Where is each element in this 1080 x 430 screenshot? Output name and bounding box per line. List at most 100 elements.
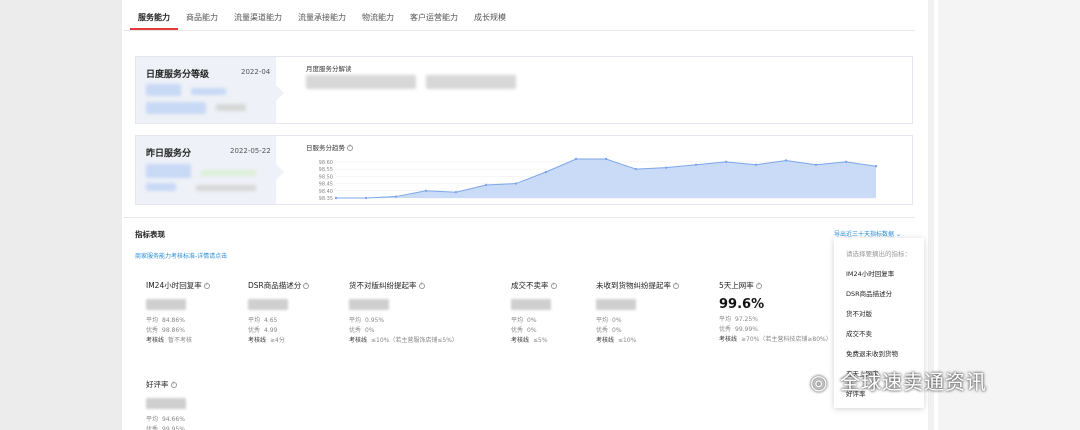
metric-label-text: 货不对版纠纷提起率 bbox=[349, 281, 417, 290]
metric-label: DSR商品描述分? bbox=[248, 280, 358, 291]
excellent-value: 4.99 bbox=[264, 327, 278, 334]
blurred-metric-value bbox=[146, 299, 186, 310]
trend-point[interactable] bbox=[484, 183, 488, 187]
trend-point[interactable] bbox=[394, 195, 398, 198]
trend-point[interactable] bbox=[514, 182, 518, 185]
tab-growth[interactable]: 成长规模 bbox=[466, 8, 514, 30]
average-label: 平均 bbox=[349, 317, 362, 324]
trend-point[interactable] bbox=[694, 163, 698, 166]
metric-card: 5天上网率? 99.6% 平均 97.25% 优秀 99.99% 考核线 ≥70%（若主营科技… bbox=[719, 280, 832, 345]
y-tick-label: 98.45 bbox=[319, 182, 333, 188]
dropdown-item-not-received[interactable]: 免费退未收到货物 bbox=[834, 344, 924, 364]
excellent-value: 99.99% bbox=[735, 326, 758, 333]
trend-point[interactable] bbox=[814, 163, 818, 166]
blurred-score-detail bbox=[146, 183, 176, 191]
assessment-value: ≤10% bbox=[618, 337, 637, 344]
trend-point[interactable] bbox=[574, 157, 578, 161]
trend-point[interactable] bbox=[364, 196, 368, 200]
monthly-service-summary: 日度服务分等级 2022-04 bbox=[136, 57, 284, 123]
metric-assessment: 考核线 暂不考核 bbox=[146, 336, 256, 346]
trend-point[interactable] bbox=[754, 163, 758, 166]
dropdown-item-dsr[interactable]: DSR商品描述分 bbox=[834, 284, 924, 304]
metric-average: 平均 4.65 bbox=[248, 316, 358, 326]
trend-point[interactable] bbox=[724, 160, 728, 164]
monthly-service-date: 2022-04 bbox=[241, 68, 271, 76]
question-circle-icon[interactable]: ? bbox=[347, 145, 353, 151]
question-circle-icon[interactable]: ? bbox=[550, 283, 557, 289]
metric-label-text: IM24小时回复率 bbox=[146, 281, 202, 290]
metric-excellent: 优秀 0% bbox=[596, 326, 706, 336]
trend-point[interactable] bbox=[784, 159, 788, 162]
question-circle-icon[interactable]: ? bbox=[170, 382, 177, 388]
metric-average: 平均 94.66% bbox=[146, 415, 256, 425]
average-value: 94.66% bbox=[162, 416, 185, 423]
export-data-button[interactable]: 导出近三十天指标数据 ⌄ bbox=[834, 229, 901, 238]
blurred-metric-value bbox=[596, 299, 636, 310]
tab-product[interactable]: 商品能力 bbox=[178, 8, 226, 30]
section-divider bbox=[124, 217, 914, 218]
tab-service[interactable]: 服务能力 bbox=[130, 8, 178, 30]
assessment-label: 考核线 bbox=[596, 337, 615, 344]
watermark: ◎ 全球速卖通资讯 bbox=[810, 366, 987, 395]
metric-label-text: 好评率 bbox=[146, 380, 169, 389]
metric-average: 平均 0% bbox=[596, 316, 706, 326]
monthly-service-card: 日度服务分等级 2022-04 月度服务分解读 bbox=[135, 56, 913, 124]
average-label: 平均 bbox=[596, 317, 609, 324]
y-tick-label: 98.40 bbox=[319, 189, 333, 195]
metric-label: IM24小时回复率? bbox=[146, 280, 256, 291]
blurred-grade-detail bbox=[191, 88, 226, 95]
trend-point[interactable] bbox=[664, 166, 668, 169]
metric-assessment: 考核线 ≥70%（若主营科技店铺≥80%） bbox=[719, 335, 832, 345]
metric-label: 未收到货物纠纷提起率? bbox=[596, 280, 706, 291]
metric-card: DSR商品描述分? 平均 4.65 优秀 4.99 考核线 ≥4分 bbox=[248, 280, 358, 346]
question-circle-icon[interactable]: ? bbox=[418, 283, 425, 289]
tab-traffic-conversion[interactable]: 流量承接能力 bbox=[290, 8, 354, 30]
daily-service-summary: 昨日服务分 2022-05-22 bbox=[136, 136, 284, 204]
tab-logistics[interactable]: 物流能力 bbox=[354, 8, 402, 30]
dropdown-item-not-as-described[interactable]: 货不对版 bbox=[834, 304, 924, 324]
excellent-value: 0% bbox=[612, 327, 622, 334]
average-value: 84.86% bbox=[162, 317, 185, 324]
wechat-icon: ◎ bbox=[810, 370, 829, 394]
blurred-interpretation-2 bbox=[426, 75, 516, 89]
excellent-label: 优秀 bbox=[719, 326, 732, 333]
metric-average: 平均 84.86% bbox=[146, 316, 256, 326]
assessment-label: 考核线 bbox=[511, 337, 530, 344]
assessment-value: 暂不考核 bbox=[168, 337, 193, 344]
metric-excellent: 优秀 99.95% bbox=[146, 425, 256, 430]
average-label: 平均 bbox=[146, 416, 159, 423]
assessment-value: ≥70%（若主营科技店铺≥80%） bbox=[741, 336, 832, 343]
trend-point[interactable] bbox=[634, 167, 638, 171]
average-value: 0.95% bbox=[365, 317, 385, 324]
trend-point[interactable] bbox=[544, 170, 548, 174]
blurred-metric-value bbox=[511, 299, 551, 310]
trend-point[interactable] bbox=[874, 165, 878, 168]
tab-traffic-channel[interactable]: 流量渠道能力 bbox=[226, 8, 290, 30]
tab-divider bbox=[124, 30, 914, 31]
excellent-value: 0% bbox=[365, 327, 375, 334]
trend-point[interactable] bbox=[844, 160, 848, 164]
metric-value: 99.6% bbox=[719, 297, 765, 312]
trend-point[interactable] bbox=[334, 196, 338, 200]
trend-point[interactable] bbox=[604, 157, 608, 161]
question-circle-icon[interactable]: ? bbox=[755, 283, 762, 289]
chevron-down-icon: ⌄ bbox=[895, 231, 901, 238]
question-circle-icon[interactable]: ? bbox=[673, 283, 679, 289]
question-circle-icon[interactable]: ? bbox=[303, 283, 310, 289]
metric-card: 货不对版纠纷提起率? 平均 0.95% 优秀 0% 考核线 ≤10%（若主营服饰店铺≤5%） bbox=[349, 280, 459, 346]
excellent-value: 0% bbox=[527, 327, 537, 334]
trend-point[interactable] bbox=[454, 191, 458, 194]
dropdown-item-im24[interactable]: IM24小时回复率 bbox=[834, 264, 924, 284]
average-value: 97.25% bbox=[735, 316, 758, 323]
trend-point[interactable] bbox=[424, 189, 428, 192]
average-value: 4.65 bbox=[264, 317, 278, 324]
tab-customer-ops[interactable]: 客户运营能力 bbox=[402, 8, 466, 30]
y-tick-label: 98.50 bbox=[319, 174, 333, 180]
assessment-value: ≥4分 bbox=[270, 337, 285, 344]
indicator-section-title: 指标表现 bbox=[135, 230, 165, 239]
assessment-standard-link[interactable]: 商家服务能力考核标准-详情请点击 bbox=[135, 251, 227, 260]
metric-label-text: 未收到货物纠纷提起率 bbox=[596, 281, 671, 290]
metric-average: 平均 0.95% bbox=[349, 316, 459, 326]
dropdown-item-unsold[interactable]: 成交不卖 bbox=[834, 324, 924, 344]
question-circle-icon[interactable]: ? bbox=[203, 283, 210, 289]
